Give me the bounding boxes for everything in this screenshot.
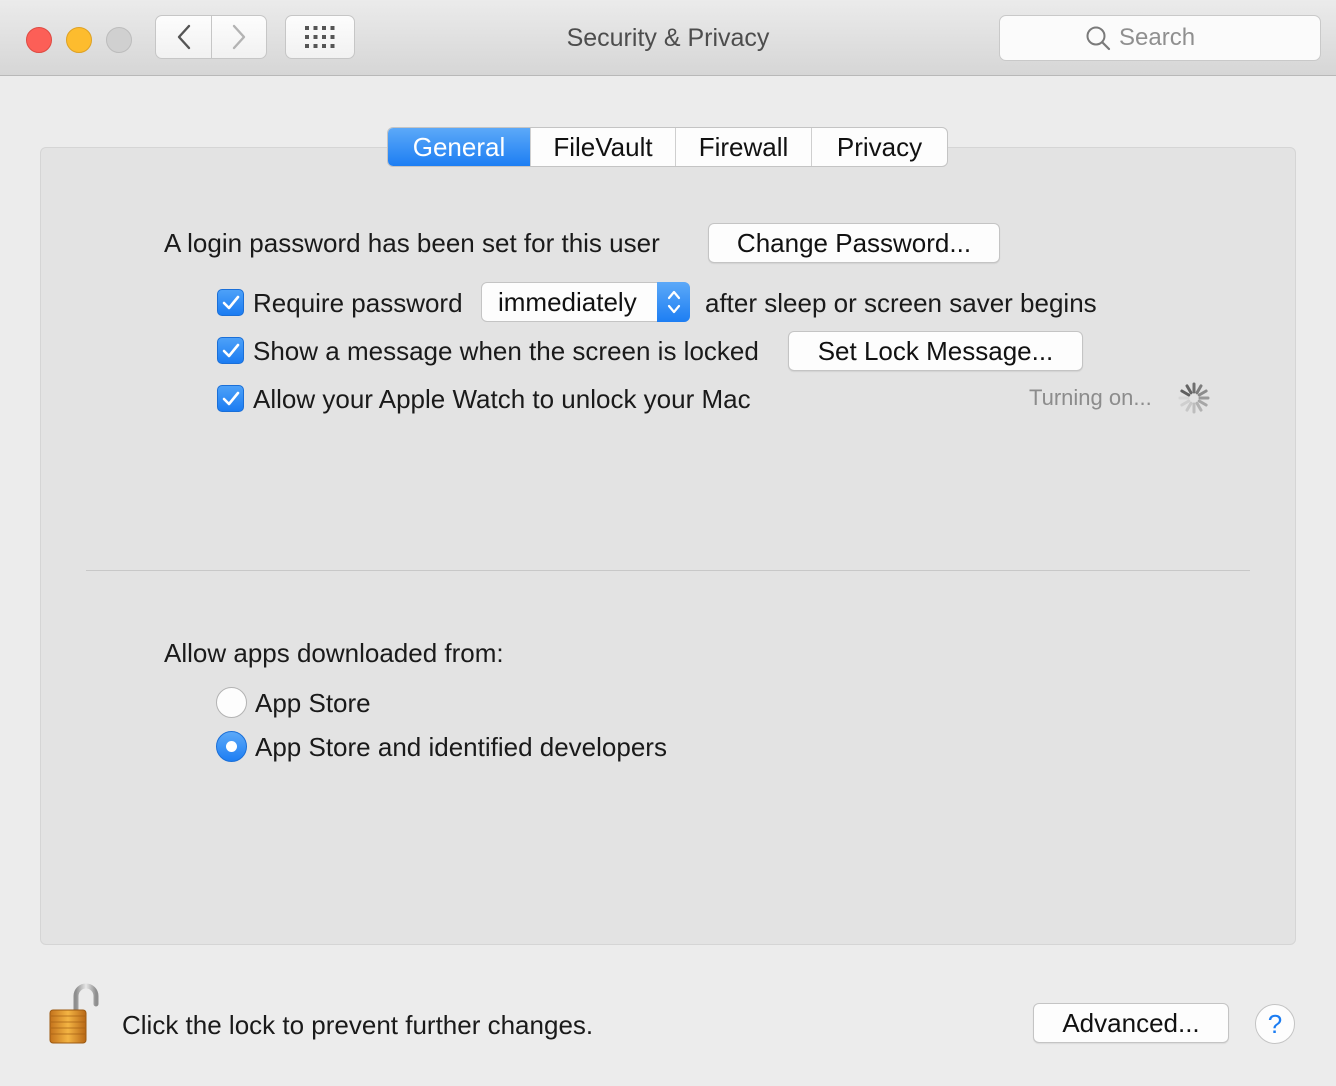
- checkmark-icon: [222, 295, 239, 309]
- help-button[interactable]: ?: [1255, 1004, 1295, 1044]
- lock-status-text: Click the lock to prevent further change…: [122, 1010, 594, 1040]
- show-message-label: Show a message when the screen is locked: [253, 336, 759, 366]
- radio-app-store-identified[interactable]: [216, 731, 247, 762]
- title-bar: Security & Privacy Search: [0, 0, 1336, 76]
- login-password-text: A login password has been set for this u…: [164, 228, 660, 258]
- after-sleep-text: after sleep or screen saver begins: [705, 288, 1097, 318]
- search-icon: [1086, 26, 1111, 51]
- radio-app-store[interactable]: [216, 687, 247, 718]
- checkmark-icon: [222, 343, 239, 357]
- require-password-label: Require password: [253, 288, 463, 318]
- tab-general[interactable]: General: [388, 128, 531, 166]
- checkmark-icon: [222, 391, 239, 405]
- apple-watch-status: Turning on...: [1029, 385, 1152, 410]
- tab-bar: General FileVault Firewall Privacy: [387, 127, 948, 167]
- tab-privacy[interactable]: Privacy: [812, 128, 947, 166]
- show-message-checkbox[interactable]: [217, 337, 244, 364]
- advanced-button[interactable]: Advanced...: [1033, 1003, 1229, 1043]
- require-password-checkbox[interactable]: [217, 289, 244, 316]
- general-panel: [40, 147, 1296, 945]
- change-password-button[interactable]: Change Password...: [708, 223, 1000, 263]
- allow-apps-heading: Allow apps downloaded from:: [164, 638, 504, 668]
- spinner-icon: [1178, 382, 1210, 414]
- radio-app-store-label: App Store: [255, 688, 371, 718]
- require-password-delay-select[interactable]: immediately: [481, 282, 690, 322]
- set-lock-message-button[interactable]: Set Lock Message...: [788, 331, 1083, 371]
- apple-watch-label: Allow your Apple Watch to unlock your Ma…: [253, 384, 751, 414]
- apple-watch-checkbox[interactable]: [217, 385, 244, 412]
- unlocked-padlock-icon[interactable]: [48, 982, 100, 1046]
- search-placeholder: Search: [1119, 24, 1196, 51]
- require-password-delay-value: immediately: [498, 287, 637, 317]
- search-field[interactable]: Search: [999, 15, 1321, 61]
- tab-firewall[interactable]: Firewall: [676, 128, 812, 166]
- radio-app-store-identified-label: App Store and identified developers: [255, 732, 667, 762]
- updown-arrows-icon: [667, 290, 680, 314]
- section-divider: [86, 570, 1250, 571]
- tab-filevault[interactable]: FileVault: [531, 128, 676, 166]
